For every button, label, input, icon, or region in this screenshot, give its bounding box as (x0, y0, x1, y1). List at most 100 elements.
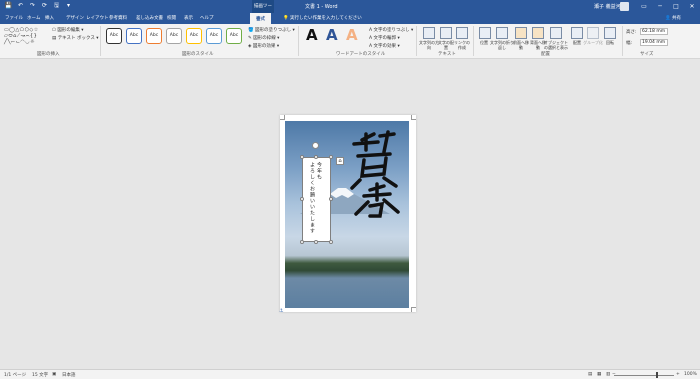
group-icon[interactable] (587, 27, 599, 39)
read-mode-icon[interactable]: ▤ (588, 372, 592, 377)
resize-handle[interactable] (314, 155, 318, 159)
style-preset-7[interactable]: Abc (226, 28, 242, 44)
style-preset-3[interactable]: Abc (146, 28, 162, 44)
tab-home[interactable]: ホーム (27, 15, 40, 21)
print-preview-icon[interactable]: 🖫 (52, 2, 61, 10)
ribbon-display-icon[interactable]: ▭ (636, 0, 652, 13)
print-layout-icon[interactable]: ▦ (597, 372, 601, 377)
resize-handle[interactable] (329, 197, 333, 201)
wordart-style-3[interactable]: A (346, 27, 358, 44)
zoom-level[interactable]: 100% (684, 372, 697, 377)
wrap-text-label[interactable]: 文字列の折り返し (490, 40, 514, 50)
zoom-slider-knob[interactable] (656, 372, 658, 378)
proofing-icon[interactable]: ▣ (52, 372, 56, 377)
language[interactable]: 日本語 (62, 372, 76, 378)
resize-handle[interactable] (314, 240, 318, 244)
send-backward-icon[interactable] (532, 27, 544, 39)
wordart-style-2[interactable]: A (326, 27, 338, 44)
avatar[interactable] (620, 2, 629, 11)
tab-view[interactable]: 表示 (184, 15, 193, 21)
bring-forward-icon[interactable] (515, 27, 527, 39)
greeting-text-box[interactable]: 今年も よろしくお願いいたします (302, 157, 331, 242)
tell-me-search[interactable]: 💡 実行したい作業を入力してください (283, 15, 362, 21)
text-box-button[interactable]: ▤ テキスト ボックス ▾ (52, 35, 99, 41)
close-button[interactable]: ✕ (684, 0, 700, 13)
shapes-gallery[interactable]: ▭◯△⬠⬡◇☆ ▱⬭⌂⟋↝⌒{} ╱╲⌐⌙◠◡☼ (4, 27, 50, 47)
selection-pane-label[interactable]: オブジェクトの選択と表示 (543, 40, 569, 50)
text-fill-button[interactable]: A 文字の塗りつぶし ▾ (369, 27, 413, 33)
align-text-icon[interactable] (440, 27, 452, 39)
share-button[interactable]: 👤 共有 (665, 15, 681, 21)
word-count[interactable]: 15 文字 (32, 372, 48, 378)
tab-format[interactable]: 書式 (250, 13, 271, 24)
tab-mailings[interactable]: 差し込み文書 (136, 15, 163, 21)
tab-file[interactable]: ファイル (5, 15, 23, 21)
greeting-line-1: 今年も (316, 162, 322, 180)
text-group-label: テキスト (438, 52, 456, 57)
anchor-icon[interactable]: ⚓ (279, 308, 283, 314)
bring-forward-label[interactable]: 前面へ移動 (512, 40, 530, 50)
style-preset-2[interactable]: Abc (126, 28, 142, 44)
wordart-style-1[interactable]: A (306, 27, 318, 44)
resize-handle[interactable] (329, 155, 333, 159)
context-tab-label: 描画ツール (252, 0, 274, 22)
margin-marker (280, 115, 285, 120)
redo-icon[interactable]: ↷ (28, 2, 37, 10)
selection-pane-icon[interactable] (550, 27, 562, 39)
tab-help[interactable]: ヘルプ (200, 15, 214, 21)
tab-insert[interactable]: 挿入 (45, 15, 54, 21)
style-preset-1[interactable]: Abc (106, 28, 122, 44)
text-effects-button[interactable]: A 文字の効果 ▾ (369, 43, 400, 49)
create-link-label[interactable]: リンクの作成 (453, 40, 471, 50)
shape-outline-button[interactable]: ✎ 図形の枠線 ▾ (248, 35, 279, 41)
zoom-in-icon[interactable]: + (676, 372, 680, 377)
resize-handle[interactable] (329, 240, 333, 244)
tell-me-text: 実行したい作業を入力してください (290, 16, 362, 21)
tab-design[interactable]: デザイン (66, 15, 84, 21)
resize-handle[interactable] (300, 240, 304, 244)
page-count[interactable]: 1/1 ページ (4, 372, 26, 378)
rotate-handle[interactable] (312, 142, 319, 149)
tab-review[interactable]: 校閲 (167, 15, 176, 21)
height-input[interactable]: 62.18 mm (640, 28, 668, 35)
zoom-slider[interactable] (614, 375, 674, 376)
create-link-icon[interactable] (456, 27, 468, 39)
save-icon[interactable]: 💾 (4, 2, 13, 10)
refresh-icon[interactable]: ⟳ (40, 2, 49, 10)
resize-handle[interactable] (300, 197, 304, 201)
tab-layout[interactable]: レイアウト (86, 15, 109, 21)
tab-references[interactable]: 参考資料 (109, 15, 127, 21)
text-box-label: テキスト ボックス ▾ (57, 36, 99, 41)
user-name[interactable]: 瀬子 義益河 (594, 3, 621, 10)
undo-icon[interactable]: ↶ (16, 2, 25, 10)
width-input[interactable]: 19.04 mm (640, 39, 668, 46)
position-icon[interactable] (479, 27, 491, 39)
text-outline-button[interactable]: A 文字の輪郭 ▾ (369, 35, 400, 41)
style-preset-5[interactable]: Abc (186, 28, 202, 44)
edit-shape-label: 図形の編集 ▾ (57, 28, 84, 33)
text-effects-label: 文字の効果 ▾ (373, 44, 400, 49)
divider (622, 26, 623, 56)
web-layout-icon[interactable]: ▥ (606, 372, 610, 377)
shapes-group-label: 図形の挿入 (37, 52, 60, 57)
rotate-icon[interactable] (604, 27, 616, 39)
align-icon[interactable] (571, 27, 583, 39)
style-preset-6[interactable]: Abc (206, 28, 222, 44)
customize-qa-icon[interactable]: ▾ (64, 2, 73, 10)
text-outline-label: 文字の輪郭 ▾ (373, 36, 400, 41)
shape-styles-group-label: 図形のスタイル (182, 52, 214, 57)
edit-shape-button[interactable]: ⬠ 図形の編集 ▾ (52, 27, 84, 33)
shape-fill-button[interactable]: 🪣 図形の塗りつぶし ▾ (248, 27, 295, 33)
resize-handle[interactable] (300, 155, 304, 159)
minimize-button[interactable]: ─ (652, 0, 668, 13)
maximize-button[interactable]: □ (668, 0, 684, 13)
text-direction-icon[interactable] (423, 27, 435, 39)
shape-effects-button[interactable]: ◈ 図形の効果 ▾ (248, 43, 279, 49)
text-direction-label[interactable]: 文字列の方向 (419, 40, 439, 50)
layout-options-icon[interactable]: ⌂ (336, 157, 344, 165)
shape-effects-label: 図形の効果 ▾ (252, 44, 280, 49)
wrap-text-icon[interactable] (496, 27, 508, 39)
rotate-label[interactable]: 回転 (601, 40, 619, 45)
style-preset-4[interactable]: Abc (166, 28, 182, 44)
divider (473, 26, 474, 56)
